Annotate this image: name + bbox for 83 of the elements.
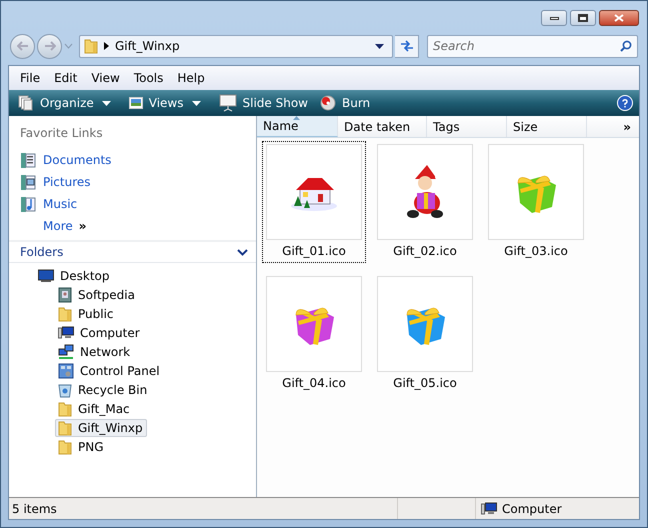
minimize-button[interactable] [541, 10, 567, 26]
toolbar-button[interactable]: Organize [15, 92, 120, 114]
double-chevron-glyph: » [78, 218, 87, 235]
file-name: Gift_04.ico [282, 375, 346, 392]
documents-folder-icon [20, 152, 36, 168]
network-icon [58, 344, 74, 360]
folder-tree-item[interactable]: Softpedia [55, 286, 139, 304]
search-icon [620, 40, 632, 52]
file-name: Gift_01.ico [282, 243, 346, 260]
folder-icon [58, 420, 72, 436]
computer-icon [58, 324, 74, 340]
breadcrumb-arrow-icon [104, 42, 109, 50]
file-tile[interactable]: Gift_01.ico [263, 142, 365, 262]
folder-tree-item[interactable]: Gift_Mac [55, 400, 134, 418]
folder-tree-item[interactable]: Desktop [35, 266, 114, 284]
refresh-arrows-icon [400, 40, 414, 52]
folder-icon [58, 438, 72, 454]
menu-item[interactable]: Edit [48, 68, 84, 88]
dropdown-caret-icon [102, 100, 111, 106]
recycle-bin-icon [58, 382, 72, 398]
section-title: Folders [20, 244, 64, 261]
folder-icon [58, 400, 72, 416]
menu-item[interactable]: File [14, 68, 46, 88]
menu-item[interactable]: View [85, 68, 126, 88]
file-name: Gift_02.ico [393, 243, 457, 260]
folder-icon [84, 38, 98, 54]
address-bar[interactable]: Gift_Winxp [79, 34, 393, 58]
maximize-button[interactable] [570, 10, 596, 26]
folder-icon [58, 306, 72, 322]
monitor-icon [38, 268, 54, 282]
file-tile[interactable]: Gift_05.ico [374, 274, 476, 394]
folder-tree-item[interactable]: Public [55, 304, 118, 322]
folder-tree-item[interactable]: Network [55, 342, 134, 360]
contact-book-icon [58, 286, 72, 302]
back-arrow-icon [16, 41, 28, 51]
file-tile[interactable]: Gift_02.ico [374, 142, 476, 262]
help-button[interactable] [617, 95, 633, 111]
favorite-link[interactable]: Pictures [43, 173, 91, 191]
control-panel-icon [58, 362, 74, 378]
pages-icon [18, 95, 34, 111]
dropdown-caret-icon [64, 43, 73, 49]
folder-tree-item[interactable]: PNG [55, 438, 108, 456]
folder-tree-item[interactable]: Control Panel [55, 362, 164, 380]
column-header[interactable]: Size [507, 116, 587, 137]
address-path: Gift_Winxp [115, 38, 181, 55]
toolbar-button[interactable]: Burn [316, 92, 374, 114]
sort-arrow-icon [293, 116, 300, 120]
pictures-folder-icon [20, 174, 36, 190]
question-mark-icon [622, 98, 628, 108]
file-tile[interactable]: Gift_04.ico [263, 274, 365, 394]
music-folder-icon [20, 196, 36, 212]
disc-icon [320, 95, 336, 111]
file-name: Gift_05.ico [393, 375, 457, 392]
toolbar-button[interactable]: Views [126, 92, 210, 114]
toolbar-button[interactable]: Slide Show [216, 92, 311, 114]
folder-tree-item[interactable]: Computer [55, 324, 144, 342]
chevron-down-icon[interactable] [237, 248, 248, 256]
computer-icon [481, 500, 497, 516]
views-icon [128, 97, 143, 109]
column-header[interactable]: Tags [427, 116, 507, 137]
close-button[interactable] [599, 10, 639, 26]
search-field[interactable]: Search [427, 34, 638, 58]
status-location: Computer [502, 500, 562, 518]
menu-item[interactable]: Help [171, 68, 211, 88]
folder-tree-item[interactable]: Recycle Bin [55, 380, 152, 398]
menu-item[interactable]: Tools [128, 68, 170, 88]
folder-tree-item[interactable]: Gift_Winxp [55, 418, 147, 436]
dropdown-caret-icon [375, 44, 384, 48]
projector-screen-icon [218, 94, 236, 112]
favorite-link[interactable]: Documents [43, 151, 112, 169]
refresh-button[interactable] [395, 34, 419, 58]
dropdown-caret-icon [192, 100, 200, 106]
section-title: Favorite Links [20, 125, 104, 142]
file-tile[interactable]: Gift_03.ico [485, 142, 587, 262]
status-item-count: 5 items [11, 500, 58, 518]
file-name: Gift_03.ico [504, 243, 568, 260]
more-link[interactable]: More [43, 217, 73, 235]
favorite-link[interactable]: Music [43, 195, 78, 213]
close-icon [614, 14, 624, 22]
more-columns-glyph[interactable]: » [623, 118, 631, 136]
column-header[interactable]: Name [257, 116, 338, 137]
forward-arrow-icon [44, 41, 56, 51]
column-header[interactable]: Date taken [338, 116, 427, 137]
